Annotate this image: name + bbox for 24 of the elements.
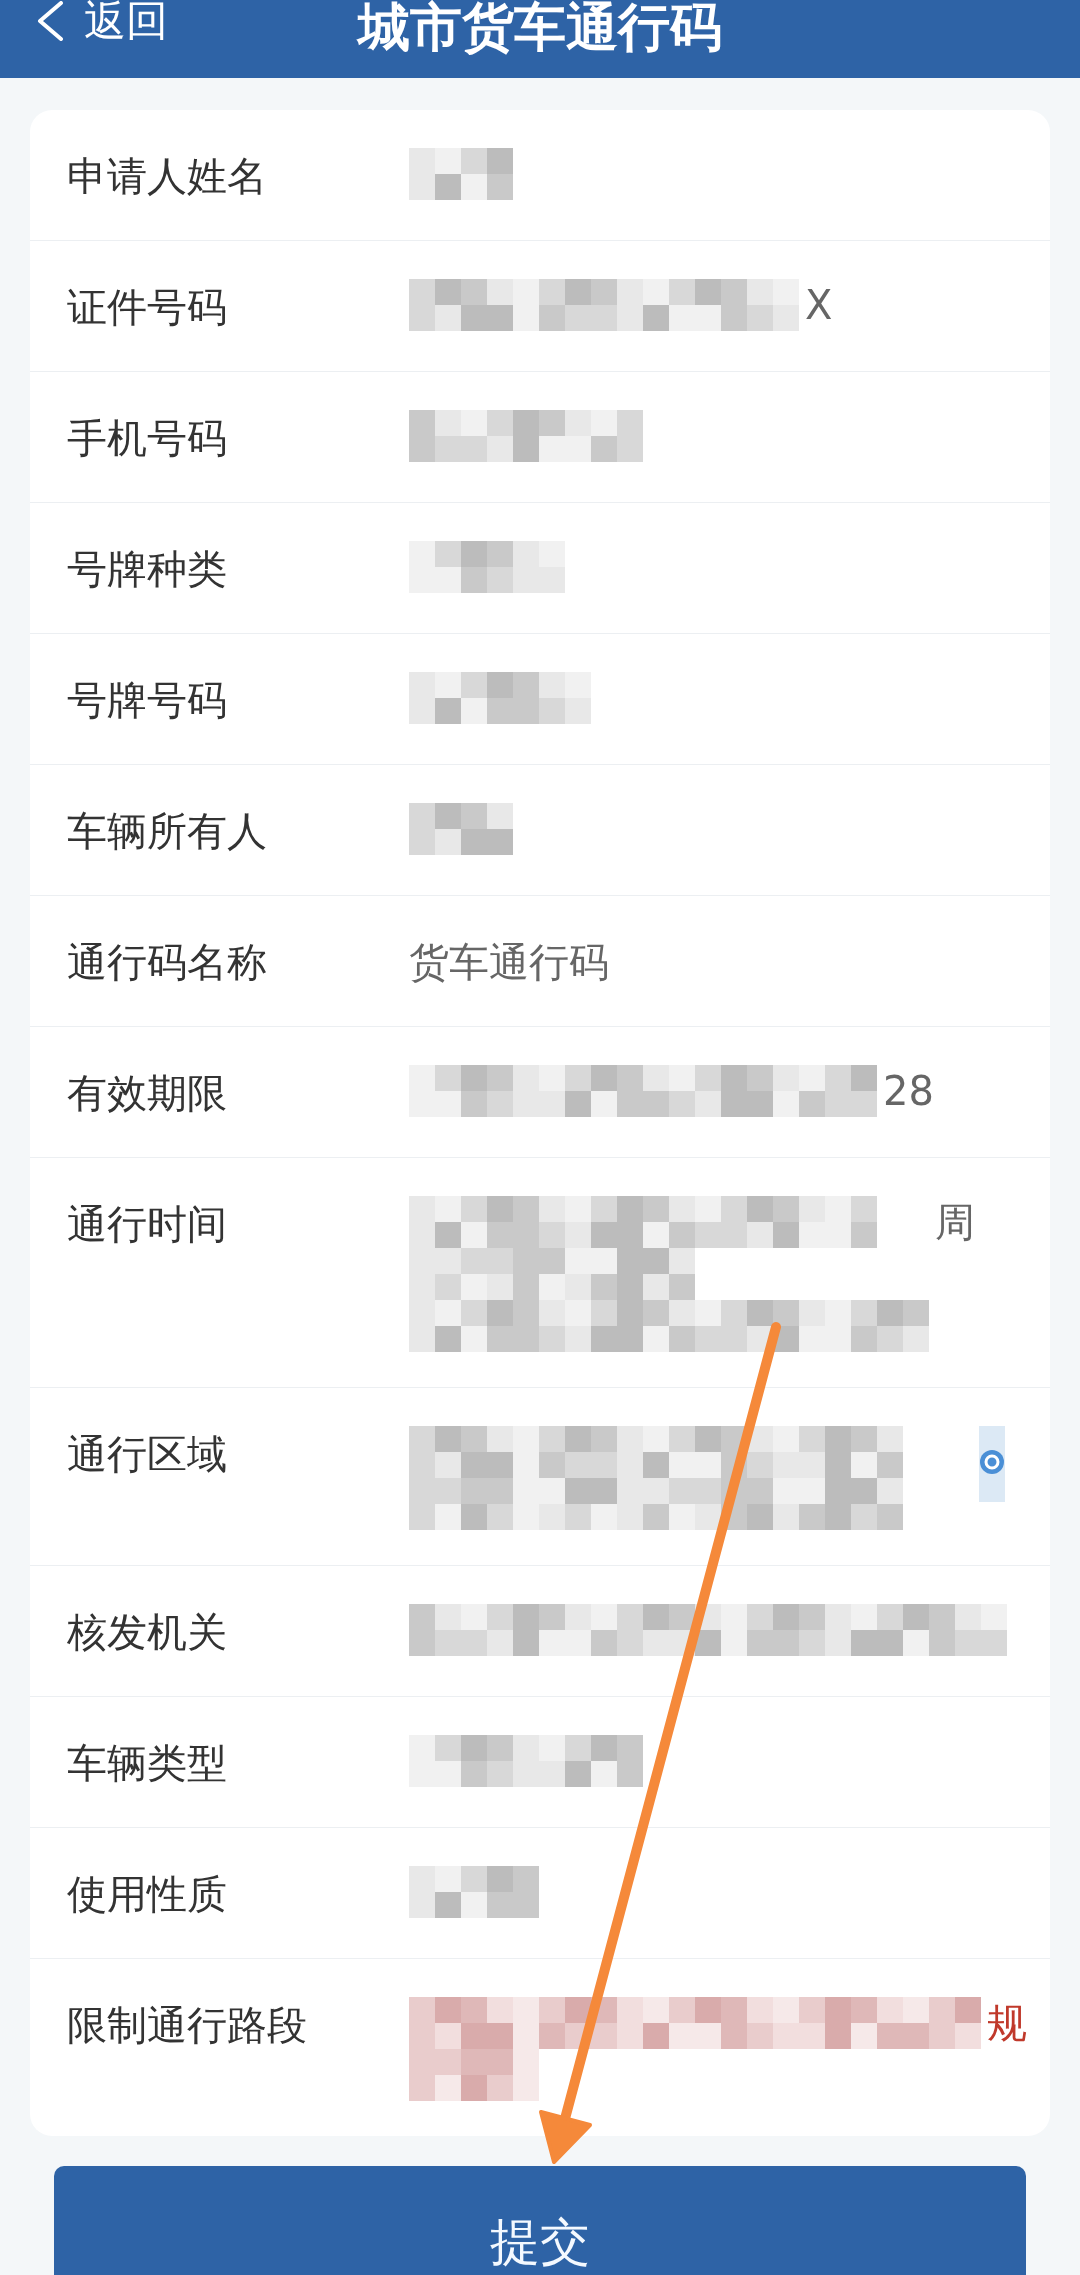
field-label: 有效期限	[67, 1071, 228, 1115]
field-label: 手机号码	[67, 416, 228, 460]
field-label: 通行时间	[67, 1202, 228, 1246]
field-label: 号牌号码	[67, 678, 228, 722]
field-label: 通行码名称	[67, 940, 268, 984]
back-button[interactable]: 返回	[36, 0, 168, 42]
field-value-fragment: 周	[935, 1198, 975, 1247]
field-label: 限制通行路段	[67, 2003, 308, 2047]
field-label: 号牌种类	[67, 547, 228, 591]
screen-title: 城市货车通行码	[358, 0, 722, 54]
field-value-fragment: 28	[883, 1067, 934, 1116]
field-label: 车辆所有人	[67, 809, 268, 853]
chevron-left-icon	[36, 1, 64, 41]
field-label: 使用性质	[67, 1872, 228, 1916]
field-value-fragment: X	[805, 281, 833, 330]
field-value: 货车通行码	[409, 940, 609, 984]
target-icon[interactable]	[979, 1426, 1005, 1502]
field-label: 车辆类型	[67, 1741, 228, 1785]
field-label: 申请人姓名	[67, 154, 268, 198]
field-value-fragment: 规	[987, 1999, 1027, 2048]
field-label: 核发机关	[67, 1610, 228, 1654]
submit-button[interactable]: 提交	[54, 2166, 1026, 2275]
field-label: 证件号码	[67, 285, 228, 329]
field-label: 通行区域	[67, 1432, 228, 1476]
